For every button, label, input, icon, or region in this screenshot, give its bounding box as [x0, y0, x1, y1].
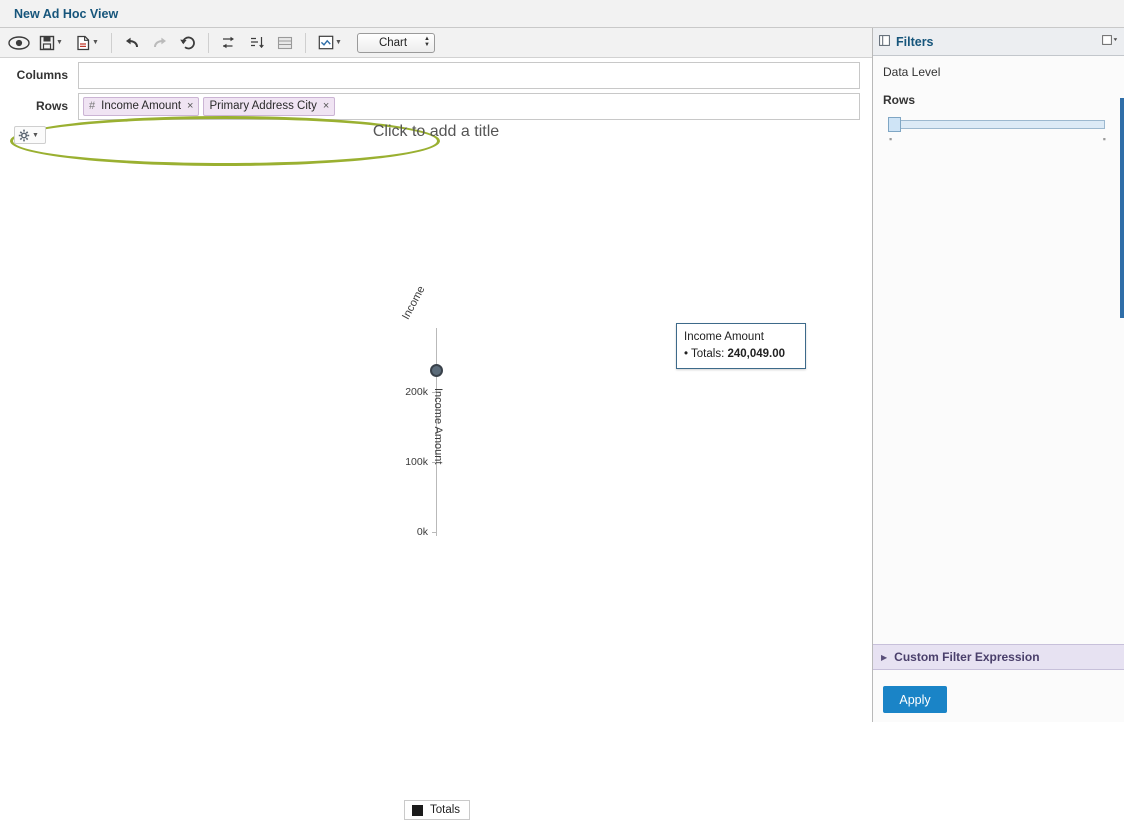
columns-dropzone[interactable]	[78, 61, 860, 89]
y-axis-tickmark	[432, 462, 436, 463]
toolbar-divider-1	[111, 32, 112, 53]
rows-shelf-label: Rows	[35, 99, 68, 113]
filters-header: Filters	[873, 28, 1124, 56]
chart-type-icon[interactable]: ▼	[313, 31, 347, 55]
legend-swatch-icon	[412, 804, 423, 816]
legend-label: Totals	[430, 804, 461, 816]
tooltip-header: Income Amount	[684, 331, 764, 343]
table-icon[interactable]	[272, 31, 298, 55]
y-axis-tickmark	[432, 532, 436, 533]
tooltip-row: • Totals: 240,049.00	[684, 346, 798, 363]
chart-canvas: ▼ Click to add a title Income Income Amo…	[0, 120, 872, 820]
filters-pane: Filters Data Level Rows ▪ ▪ ▶ Custom Fil…	[872, 28, 1124, 722]
remove-field-icon[interactable]: ×	[187, 100, 193, 112]
slider-track[interactable]	[888, 120, 1105, 129]
undo-icon[interactable]	[119, 31, 145, 55]
chart-tooltip: Income Amount • Totals: 240,049.00	[676, 323, 806, 370]
custom-filter-expression-row[interactable]: ▶ Custom Filter Expression	[873, 644, 1124, 670]
tooltip-measure: Totals:	[691, 347, 725, 360]
save-caret-icon: ▼	[56, 39, 63, 46]
app-body: ▼ ▼ ▼ Chart ▲ ▼ Columns Rows # Income Am…	[0, 28, 1124, 820]
chart-type-select-value: Chart	[378, 36, 408, 49]
revert-icon[interactable]	[175, 31, 201, 55]
remove-field-icon[interactable]: ×	[323, 100, 329, 112]
toolbar-divider-3	[305, 32, 306, 53]
sort-icon[interactable]	[244, 31, 270, 55]
editor-pane: ▼ ▼ ▼ Chart ▲ ▼ Columns Rows # Income Am…	[0, 28, 872, 820]
filters-menu-icon[interactable]	[1102, 34, 1118, 49]
rows-field-label: Income Amount	[101, 100, 182, 112]
chart-type-select[interactable]: Chart ▲ ▼	[357, 32, 435, 53]
columns-shelf: Columns	[0, 61, 872, 89]
expand-triangle-icon: ▶	[881, 652, 888, 662]
slider-end-left-tick: ▪	[889, 134, 893, 144]
measure-hash-icon: #	[89, 100, 96, 112]
switch-group-icon[interactable]	[216, 31, 242, 55]
scatter-data-point[interactable]	[430, 364, 443, 377]
data-level-label: Data Level	[883, 65, 941, 79]
slider-end-right-tick: ▪	[1102, 134, 1106, 144]
editor-toolbar: ▼ ▼ ▼ Chart ▲ ▼	[0, 28, 872, 58]
toolbar-divider-2	[208, 32, 209, 53]
rows-shelf: Rows # Income Amount × Primary Address C…	[0, 92, 872, 120]
window-titlebar: New Ad Hoc View	[0, 0, 1124, 28]
export-icon[interactable]: ▼	[70, 31, 104, 55]
rows-field-label: Primary Address City	[209, 100, 317, 112]
rows-filter-slider[interactable]: ▪ ▪	[883, 114, 1108, 144]
y-axis-tick-label: 0k	[416, 526, 428, 538]
y-axis-tickmark	[432, 392, 436, 393]
save-icon[interactable]: ▼	[34, 31, 68, 55]
x-axis-category-label: Income	[400, 284, 428, 322]
rows-field-primary-address-city[interactable]: Primary Address City ×	[203, 96, 336, 116]
pane-edge-indicator	[1120, 98, 1124, 318]
y-axis-tick-label: 200k	[405, 386, 428, 398]
tooltip-bullet-icon: •	[684, 347, 689, 360]
chart-type-select-spinner-icon: ▲ ▼	[424, 36, 430, 48]
preview-eye-icon[interactable]	[6, 31, 32, 55]
slider-handle[interactable]	[888, 117, 901, 132]
panel-collapse-icon[interactable]	[879, 34, 890, 49]
custom-filter-expression-label: Custom Filter Expression	[894, 650, 1040, 664]
apply-button[interactable]: Apply	[883, 686, 947, 713]
rows-field-income-amount[interactable]: # Income Amount ×	[83, 96, 200, 116]
rows-filter-block: Rows ▪ ▪	[873, 79, 1124, 144]
redo-icon[interactable]	[147, 31, 173, 55]
tooltip-value: 240,049.00	[727, 347, 786, 360]
chart-type-caret-icon: ▼	[335, 39, 342, 46]
rows-dropzone[interactable]: # Income Amount × Primary Address City ×	[78, 92, 860, 120]
y-axis-tick-label: 100k	[405, 456, 428, 468]
chart-plot-area: Income Income Amount 200k 100k 0k Income…	[0, 120, 872, 640]
y-axis-title: Income Amount	[432, 388, 444, 465]
chart-legend[interactable]: Totals	[404, 800, 471, 820]
columns-shelf-label: Columns	[16, 68, 68, 82]
export-caret-icon: ▼	[92, 39, 99, 46]
rows-filter-label: Rows	[883, 93, 916, 107]
page-title: New Ad Hoc View	[14, 6, 119, 21]
filters-title: Filters	[896, 34, 934, 49]
